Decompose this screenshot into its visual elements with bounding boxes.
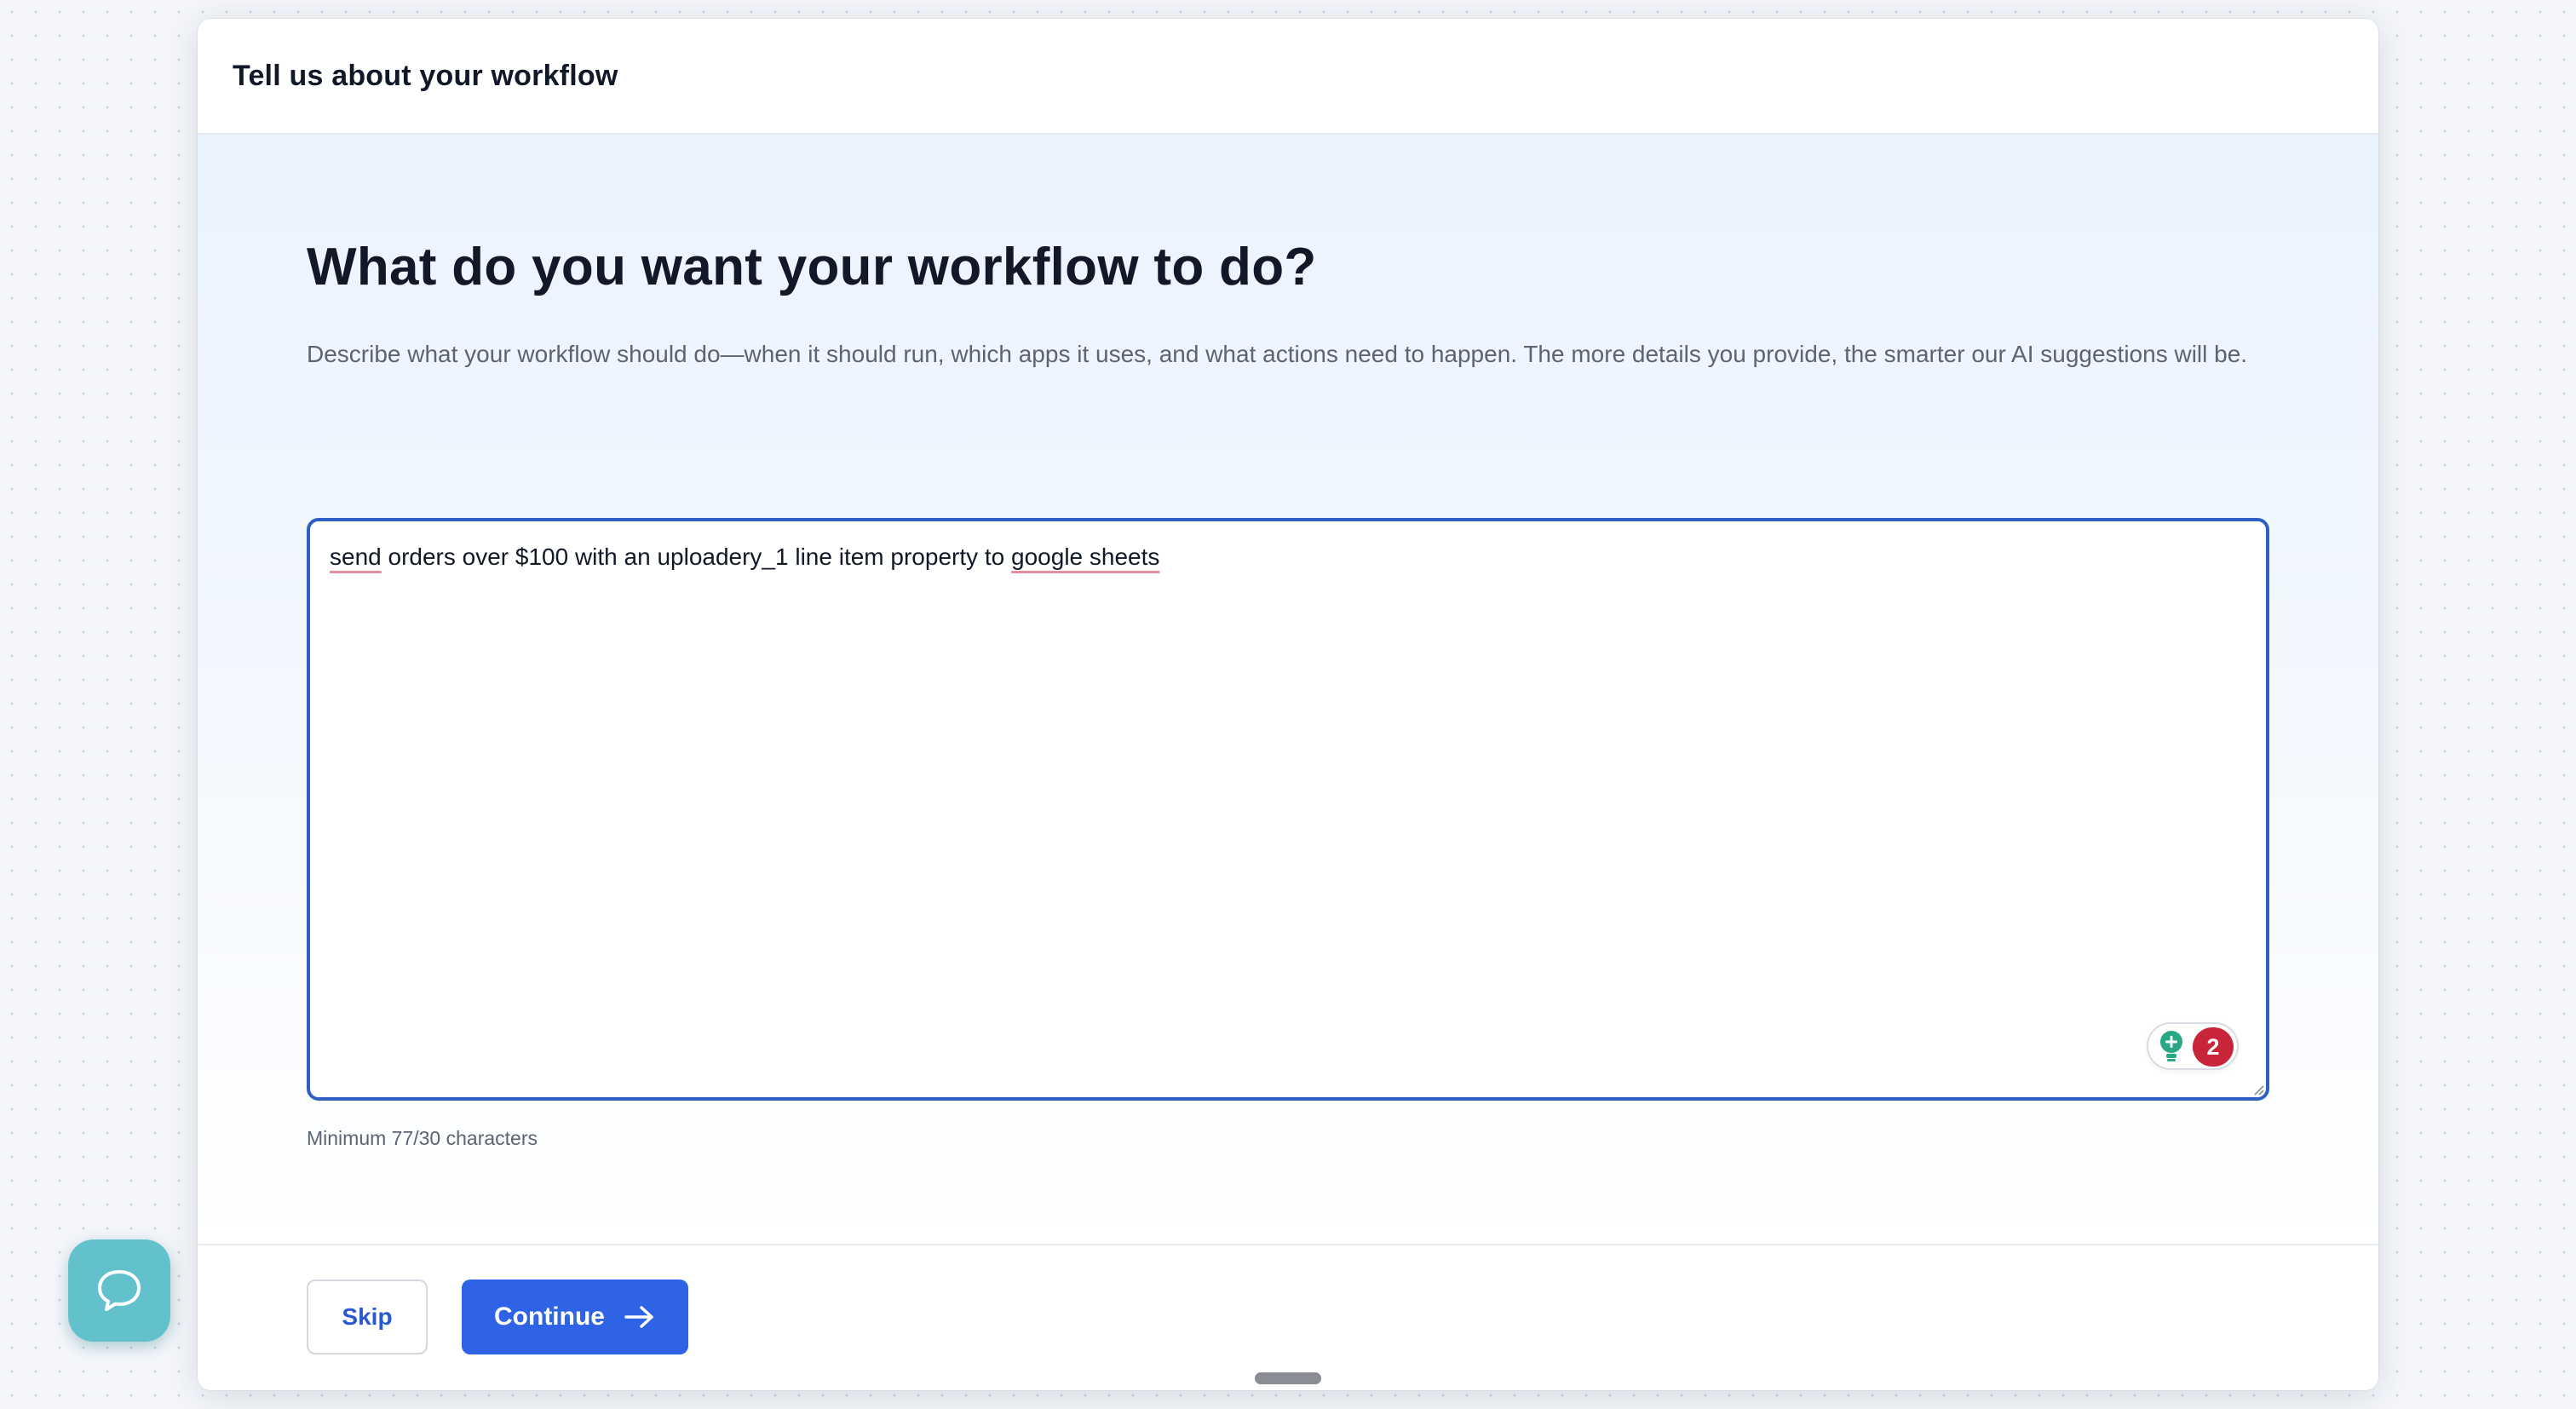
character-count-hint: Minimum 77/30 characters (307, 1127, 538, 1149)
arrow-right-icon (624, 1306, 653, 1328)
text-segment-flagged[interactable]: google sheets (1011, 543, 1159, 570)
page-heading: What do you want your workflow to do? (307, 238, 1317, 296)
modal-title: Tell us about your workflow (233, 59, 618, 92)
bottom-drag-handle[interactable] (1255, 1372, 1321, 1384)
continue-button[interactable]: Continue (462, 1280, 688, 1354)
page-description: Describe what your workflow should do—wh… (307, 341, 2248, 367)
workflow-description-input[interactable]: send orders over $100 with an uploadery_… (307, 518, 2269, 1101)
grammar-issue-badge[interactable]: 2 (2193, 1027, 2234, 1067)
modal-footer: Skip Continue (198, 1244, 2378, 1390)
modal-body: What do you want your workflow to do? De… (198, 135, 2378, 1244)
workflow-modal: Tell us about your workflow What do you … (198, 19, 2378, 1390)
resize-handle-icon[interactable] (2252, 1084, 2264, 1096)
chat-launcher-button[interactable] (68, 1239, 170, 1342)
lightbulb-icon (2160, 1031, 2182, 1061)
text-segment[interactable]: orders over $100 with an uploadery_1 lin… (382, 543, 1011, 570)
modal-header: Tell us about your workflow (198, 19, 2378, 135)
skip-button[interactable]: Skip (307, 1280, 428, 1354)
chat-bubble-icon (98, 1270, 141, 1311)
grammar-assistant-widget[interactable]: 2 (2147, 1022, 2239, 1070)
workflow-description-text[interactable]: send orders over $100 with an uploadery_… (330, 540, 1159, 574)
text-segment-flagged[interactable]: send (330, 543, 382, 570)
continue-button-label: Continue (494, 1303, 605, 1331)
